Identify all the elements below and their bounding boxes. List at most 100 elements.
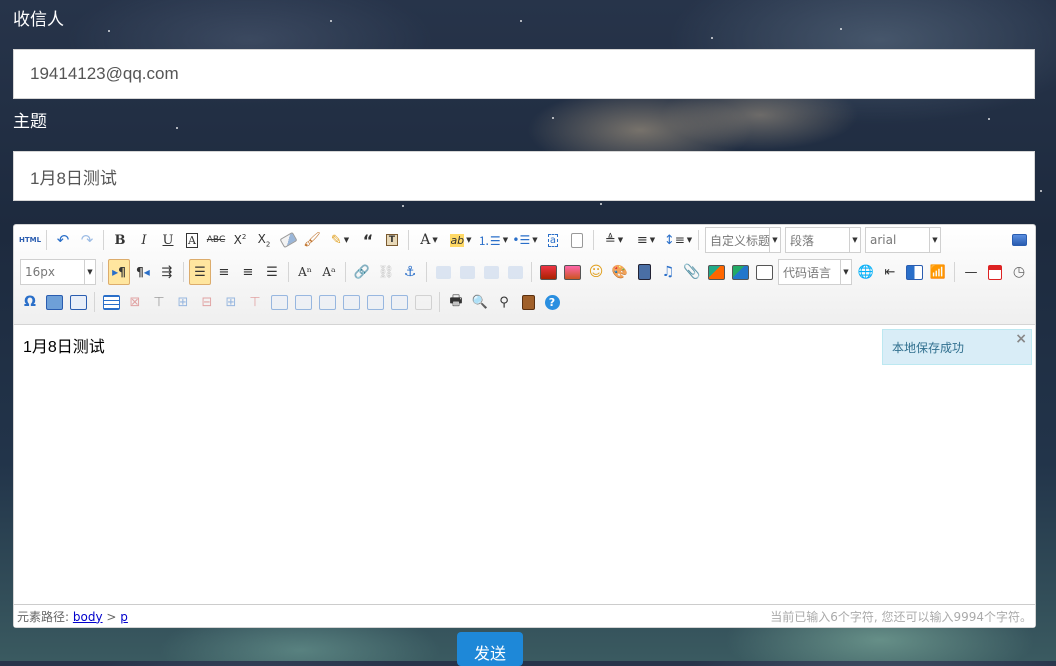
page-break-icon[interactable]: ⇤ bbox=[879, 261, 901, 283]
merge-down-icon[interactable] bbox=[316, 291, 338, 313]
insert-video-icon[interactable] bbox=[633, 261, 655, 283]
insert-row-icon[interactable]: ⊞ bbox=[172, 291, 194, 313]
toolbar-separator bbox=[954, 262, 955, 282]
link-icon[interactable]: 🔗 bbox=[351, 261, 373, 283]
simple-upload-icon[interactable] bbox=[537, 261, 559, 283]
insert-col-icon[interactable]: ⊞ bbox=[220, 291, 242, 313]
bold-icon[interactable]: B bbox=[109, 229, 131, 251]
path-link-body[interactable]: body bbox=[73, 610, 103, 624]
align-justify-icon[interactable]: ☰ bbox=[261, 261, 283, 283]
auto-format-icon[interactable]: ✎ ▼ bbox=[325, 229, 355, 251]
undo-icon[interactable]: ↶ bbox=[52, 229, 74, 251]
image-right-icon[interactable] bbox=[480, 261, 502, 283]
web-app-icon[interactable] bbox=[753, 261, 775, 283]
paste-text-icon[interactable]: T bbox=[381, 229, 403, 251]
print-icon[interactable]: 🖶 bbox=[445, 291, 467, 313]
attachment-icon[interactable]: 📎 bbox=[681, 261, 703, 283]
path-link-p[interactable]: p bbox=[120, 610, 128, 624]
editor-content-area[interactable]: 1月8日测试 bbox=[14, 325, 1035, 605]
select-all-icon[interactable]: a bbox=[542, 229, 564, 251]
row-spacing-top-icon[interactable]: ≜ ▼ bbox=[599, 229, 629, 251]
font-border-icon[interactable]: A bbox=[181, 229, 203, 251]
delete-col-icon[interactable]: ⊤ bbox=[244, 291, 266, 313]
line-height-icon[interactable]: ↕ ≡ ▼ bbox=[663, 229, 693, 251]
toolbar-row-1: HTML ↶ ↷ B I U A ABC X2 X2 🖌 ✎ ▼ “ T A ▼ a… bbox=[18, 227, 1031, 253]
indent-icon[interactable]: ⇶ bbox=[156, 261, 178, 283]
direction-rtl-icon[interactable]: ¶ ◂ bbox=[132, 261, 154, 283]
template-icon[interactable] bbox=[903, 261, 925, 283]
superscript-icon[interactable]: X2 bbox=[229, 229, 251, 251]
emotion-icon[interactable]: ☺ bbox=[585, 261, 607, 283]
delete-table-icon[interactable]: ⊠ bbox=[124, 291, 146, 313]
align-left-icon[interactable]: ☰ bbox=[189, 259, 211, 285]
source-html-button[interactable]: HTML bbox=[19, 229, 41, 251]
merge-right-icon[interactable] bbox=[292, 291, 314, 313]
close-icon[interactable]: × bbox=[1015, 331, 1027, 347]
toolbar-separator bbox=[426, 262, 427, 282]
toolbar-separator bbox=[103, 230, 104, 250]
image-none-icon[interactable] bbox=[432, 261, 454, 283]
code-language-select[interactable]: 代码语言 ▼ bbox=[778, 259, 852, 285]
date-icon[interactable] bbox=[984, 261, 1006, 283]
unlink-icon[interactable]: ⛓ bbox=[375, 261, 397, 283]
special-chars-icon[interactable]: Ω bbox=[19, 291, 41, 313]
map-icon[interactable]: 🌐 bbox=[855, 261, 877, 283]
path-separator: > bbox=[106, 609, 117, 624]
italic-icon[interactable]: I bbox=[133, 229, 155, 251]
element-path-label: 元素路径: bbox=[17, 609, 70, 624]
word-image-icon[interactable] bbox=[67, 291, 89, 313]
redo-icon[interactable]: ↷ bbox=[76, 229, 98, 251]
scrawl-icon[interactable]: 🎨 bbox=[609, 261, 631, 283]
format-painter-icon[interactable]: 🖌 bbox=[301, 229, 323, 251]
insert-table-icon[interactable] bbox=[100, 291, 122, 313]
insert-image-icon[interactable] bbox=[561, 261, 583, 283]
fullscreen-icon[interactable] bbox=[1008, 229, 1030, 251]
row-spacing-bottom-icon[interactable]: ≡ ▼ bbox=[631, 229, 661, 251]
chart-icon[interactable] bbox=[412, 291, 434, 313]
background-color-icon[interactable]: ab ▼ bbox=[446, 229, 476, 251]
split-to-cells-icon[interactable] bbox=[340, 291, 362, 313]
toolbar-separator bbox=[183, 262, 184, 282]
ordered-list-icon[interactable]: ⒈☰ ▼ bbox=[478, 229, 508, 251]
unordered-list-icon[interactable]: •☰ ▼ bbox=[510, 229, 540, 251]
clear-doc-icon[interactable] bbox=[566, 229, 588, 251]
font-size-select[interactable]: 16px ▼ bbox=[20, 259, 96, 285]
custom-heading-select[interactable]: 自定义标题 ▼ bbox=[705, 227, 781, 253]
blockquote-icon[interactable]: “ bbox=[357, 229, 379, 251]
drafts-icon[interactable] bbox=[517, 291, 539, 313]
to-lowercase-icon[interactable]: Aᵃ bbox=[318, 261, 340, 283]
strikethrough-icon[interactable]: ABC bbox=[205, 229, 227, 251]
preview-icon[interactable]: 🔍 bbox=[469, 291, 491, 313]
help-icon[interactable]: ? bbox=[541, 291, 563, 313]
merge-cells-icon[interactable] bbox=[268, 291, 290, 313]
delete-row-icon[interactable]: ⊟ bbox=[196, 291, 218, 313]
time-icon[interactable]: ◷ bbox=[1008, 261, 1030, 283]
insert-paragraph-before-table-icon[interactable]: ⊤ bbox=[148, 291, 170, 313]
music-icon[interactable]: ♫ bbox=[657, 261, 679, 283]
split-to-cols-icon[interactable] bbox=[388, 291, 410, 313]
subscript-icon[interactable]: X2 bbox=[253, 229, 275, 251]
insert-frame-icon[interactable] bbox=[705, 261, 727, 283]
anchor-icon[interactable]: ⚓ bbox=[399, 261, 421, 283]
toolbar-separator bbox=[94, 292, 95, 312]
eraser-icon[interactable] bbox=[277, 229, 299, 251]
recipient-input[interactable]: 19414123@qq.com bbox=[13, 49, 1035, 99]
chevron-down-icon: ▼ bbox=[929, 228, 940, 252]
image-left-icon[interactable] bbox=[456, 261, 478, 283]
underline-icon[interactable]: U bbox=[157, 229, 179, 251]
font-color-icon[interactable]: A ▼ bbox=[414, 229, 444, 251]
snapscreen-icon[interactable] bbox=[43, 291, 65, 313]
split-to-rows-icon[interactable] bbox=[364, 291, 386, 313]
paragraph-select[interactable]: 段落 ▼ bbox=[785, 227, 861, 253]
search-replace-icon[interactable]: ⚲ bbox=[493, 291, 515, 313]
horizontal-rule-icon[interactable]: — bbox=[960, 261, 982, 283]
insert-code-icon[interactable] bbox=[729, 261, 751, 283]
image-center-icon[interactable] bbox=[504, 261, 526, 283]
subject-input[interactable]: 1月8日测试 bbox=[13, 151, 1035, 201]
to-uppercase-icon[interactable]: Aⁿ bbox=[294, 261, 316, 283]
align-right-icon[interactable]: ≡ bbox=[237, 261, 259, 283]
font-family-select[interactable]: arial ▼ bbox=[865, 227, 941, 253]
background-icon[interactable]: 📶 bbox=[927, 261, 949, 283]
direction-ltr-icon[interactable]: ▸ ¶ bbox=[108, 259, 130, 285]
align-center-icon[interactable]: ≡ bbox=[213, 261, 235, 283]
